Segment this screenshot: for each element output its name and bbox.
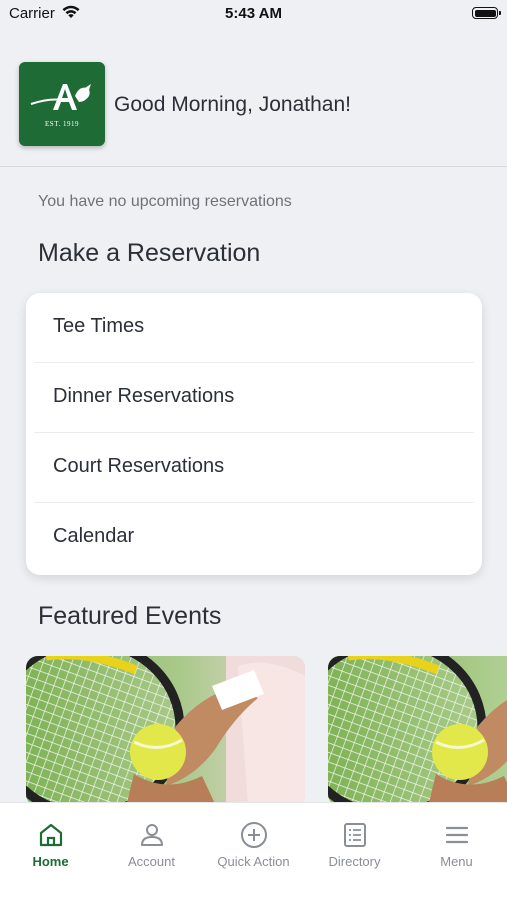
reservation-item-calendar[interactable]: Calendar [26,503,482,573]
tab-label: Directory [328,854,381,869]
bottom-tab-bar: Home Account Quick Action Directory Menu [0,802,507,901]
no-reservations-message: You have no upcoming reservations [38,193,292,210]
status-time: 5:43 AM [225,5,282,22]
featured-event-card[interactable] [328,656,507,806]
tab-label: Menu [440,854,473,869]
tab-label: Quick Action [217,854,290,869]
club-crest-icon [30,84,91,110]
status-bar: Carrier 5:43 AM [0,0,507,30]
battery-icon [472,7,501,19]
reservation-options-card: Tee Times Dinner Reservations Court Rese… [26,293,482,575]
tennis-event-image [26,656,305,806]
hamburger-icon [445,826,469,844]
tab-menu[interactable]: Menu [406,803,507,901]
tab-quick-action[interactable]: Quick Action [203,803,304,901]
tab-directory[interactable]: Directory [304,803,405,901]
greeting-text: Good Morning, Jonathan! [114,93,351,116]
person-icon [141,824,163,846]
reservation-item-tee-times[interactable]: Tee Times [26,293,482,363]
tennis-event-image [328,656,507,806]
reservation-item-label: Calendar [53,525,135,547]
tab-label: Account [128,854,175,869]
featured-events-title: Featured Events [38,602,222,630]
plus-circle-icon [241,822,267,848]
featured-event-card[interactable] [26,656,305,806]
make-reservation-title: Make a Reservation [38,239,261,267]
reservation-item-label: Tee Times [53,315,145,337]
logo-established: EST. 1919 [45,120,79,128]
reservation-item-label: Court Reservations [53,455,225,477]
tab-label: Home [32,854,69,869]
home-icon [39,823,63,847]
reservation-item-label: Dinner Reservations [53,385,235,407]
club-logo[interactable]: EST. 1919 [19,62,105,146]
reservation-item-dinner[interactable]: Dinner Reservations [26,363,482,433]
header-divider [0,166,507,167]
tab-account[interactable]: Account [101,803,202,901]
list-document-icon [344,823,366,847]
tab-home[interactable]: Home [0,803,101,901]
reservation-item-court[interactable]: Court Reservations [26,433,482,503]
